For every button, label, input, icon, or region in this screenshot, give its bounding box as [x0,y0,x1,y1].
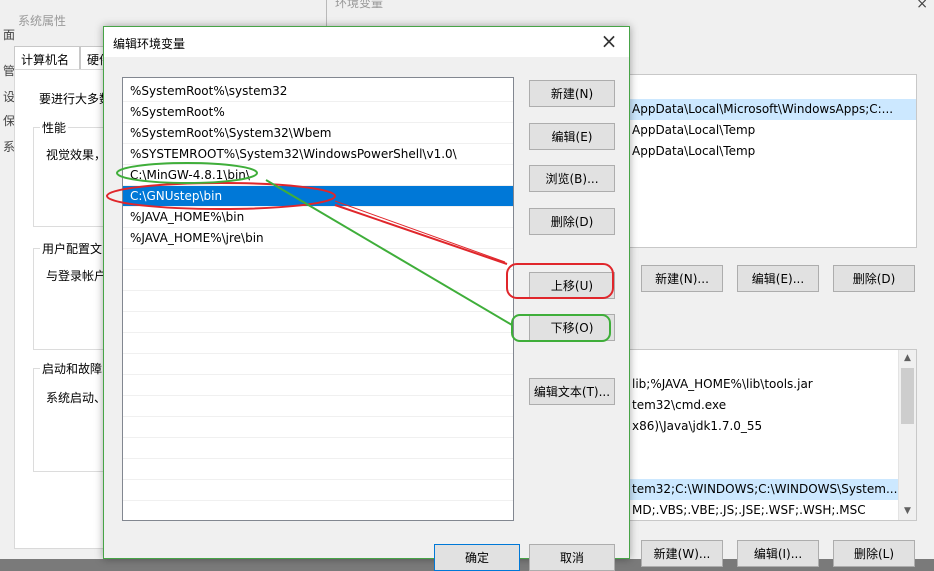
edit-button[interactable]: 编辑(E) [529,123,615,150]
dialog-titlebar: 编辑环境变量 × [104,27,629,57]
system-delete-button[interactable]: 删除(L) [833,540,915,567]
move-down-button[interactable]: 下移(O) [529,314,615,341]
user-delete-button[interactable]: 删除(D) [833,265,915,292]
ok-button[interactable]: 确定 [434,544,520,571]
scrollbar-thumb[interactable] [901,368,914,424]
dialog-title: 编辑环境变量 [113,37,186,51]
path-list[interactable]: %SystemRoot%\system32 %SystemRoot% %Syst… [122,77,514,521]
startup-label: 启动和故障 [40,360,105,377]
side-char-1: 面 [3,28,16,42]
cancel-button[interactable]: 取消 [529,544,615,571]
delete-button[interactable]: 删除(D) [529,208,615,235]
path-item[interactable]: %SystemRoot% [123,102,513,123]
user-profiles-label: 用户配置文 [40,240,105,257]
path-item[interactable]: %SystemRoot%\System32\Wbem [123,123,513,144]
user-edit-button[interactable]: 编辑(E)... [737,265,819,292]
path-item[interactable]: %SystemRoot%\system32 [123,81,513,102]
new-button[interactable]: 新建(N) [529,80,615,107]
scroll-up-arrow-icon[interactable]: ▲ [899,350,916,367]
close-icon[interactable]: × [916,0,928,12]
user-profiles-text: 与登录帐户 [46,269,107,283]
system-edit-button[interactable]: 编辑(I)... [737,540,819,567]
path-item[interactable]: %JAVA_HOME%\bin [123,207,513,228]
path-item[interactable]: C:\MinGW-4.8.1\bin\ [123,165,513,186]
scroll-down-arrow-icon[interactable]: ▼ [899,503,916,520]
performance-text: 视觉效果， [46,148,107,162]
intro-text: 要进行大多数 [39,92,112,106]
system-new-button[interactable]: 新建(W)... [641,540,723,567]
tab-computer-name[interactable]: 计算机名 [14,46,80,70]
path-item[interactable]: %JAVA_HOME%\jre\bin [123,228,513,249]
performance-label: 性能 [40,119,69,136]
system-variables-scrollbar[interactable]: ▲ ▼ [898,350,916,520]
user-new-button[interactable]: 新建(N)... [641,265,723,292]
environment-variables-title: 环境变量 [335,0,384,10]
edit-text-button[interactable]: 编辑文本(T)... [529,378,615,405]
edit-environment-variable-dialog: 编辑环境变量 × %SystemRoot%\system32 %SystemRo… [103,26,630,571]
browse-button[interactable]: 浏览(B)... [529,165,615,192]
path-item-selected[interactable]: C:\GNUstep\bin [123,186,513,207]
close-icon[interactable]: × [599,30,619,52]
startup-text: 系统启动、 [46,391,107,405]
system-properties-title: 系统属性 [18,14,67,28]
path-item[interactable]: %SYSTEMROOT%\System32\WindowsPowerShell\… [123,144,513,165]
move-up-button[interactable]: 上移(U) [529,272,615,299]
